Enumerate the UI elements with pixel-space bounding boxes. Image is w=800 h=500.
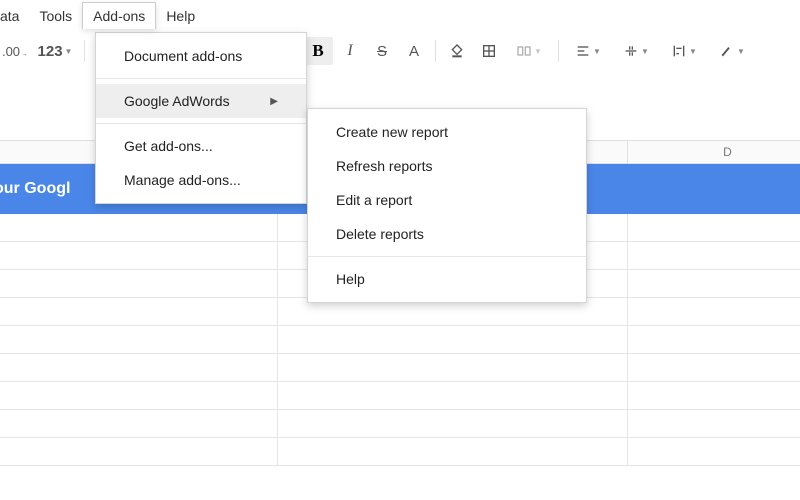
rotate-icon bbox=[719, 43, 735, 59]
addons-dropdown: Document add-ons Google AdWords ▶ Get ad… bbox=[95, 32, 307, 204]
strikethrough-icon: S bbox=[377, 43, 387, 60]
cell[interactable] bbox=[628, 214, 800, 241]
menu-separator bbox=[96, 123, 306, 124]
menu-item-label: Manage add-ons... bbox=[124, 172, 241, 188]
chevron-down-icon: ▼ bbox=[641, 47, 649, 56]
menu-item-label: Help bbox=[336, 271, 365, 287]
italic-button[interactable]: I bbox=[335, 37, 365, 65]
v-align-button[interactable]: ▼ bbox=[613, 37, 659, 65]
cell[interactable] bbox=[278, 438, 628, 465]
borders-button[interactable] bbox=[474, 37, 504, 65]
cell[interactable] bbox=[0, 242, 278, 269]
align-middle-icon bbox=[623, 43, 639, 59]
fill-color-button[interactable] bbox=[442, 37, 472, 65]
merge-cells-button[interactable]: ▼ bbox=[506, 37, 552, 65]
cell[interactable] bbox=[278, 382, 628, 409]
refresh-reports-item[interactable]: Refresh reports bbox=[308, 149, 586, 183]
format-more-button[interactable]: 123 ▼ bbox=[32, 37, 78, 65]
edit-report-item[interactable]: Edit a report bbox=[308, 183, 586, 217]
menu-item-label: Document add-ons bbox=[124, 48, 242, 64]
adwords-submenu: Create new report Refresh reports Edit a… bbox=[307, 108, 587, 303]
h-align-button[interactable]: ▼ bbox=[565, 37, 611, 65]
bold-button[interactable]: B bbox=[303, 37, 333, 65]
toolbar-separator bbox=[558, 40, 559, 62]
chevron-down-icon: → bbox=[21, 51, 28, 58]
toolbar-separator bbox=[84, 40, 85, 62]
manage-addons-item[interactable]: Manage add-ons... bbox=[96, 163, 306, 197]
get-addons-item[interactable]: Get add-ons... bbox=[96, 129, 306, 163]
menu-data[interactable]: ata bbox=[0, 3, 29, 29]
menubar: ata Tools Add-ons Help bbox=[0, 0, 800, 32]
text-color-icon: A bbox=[409, 43, 419, 60]
col-header-d[interactable]: D bbox=[628, 141, 800, 163]
cell[interactable] bbox=[278, 410, 628, 437]
table-row[interactable] bbox=[0, 326, 800, 354]
cell[interactable] bbox=[628, 438, 800, 465]
table-row[interactable] bbox=[0, 382, 800, 410]
chevron-down-icon: ▼ bbox=[534, 47, 542, 56]
cell[interactable] bbox=[628, 298, 800, 325]
cell[interactable] bbox=[0, 270, 278, 297]
cell[interactable] bbox=[628, 354, 800, 381]
google-adwords-item[interactable]: Google AdWords ▶ bbox=[96, 84, 306, 118]
menu-addons[interactable]: Add-ons bbox=[82, 2, 156, 29]
chevron-down-icon: ▼ bbox=[737, 47, 745, 56]
table-row[interactable] bbox=[0, 438, 800, 466]
cell[interactable] bbox=[628, 382, 800, 409]
cell[interactable] bbox=[628, 410, 800, 437]
cell[interactable] bbox=[628, 326, 800, 353]
menu-item-label: Edit a report bbox=[336, 192, 412, 208]
menu-item-label: Google AdWords bbox=[124, 93, 230, 109]
cell[interactable] bbox=[0, 214, 278, 241]
borders-icon bbox=[481, 43, 497, 59]
cell[interactable] bbox=[0, 354, 278, 381]
menu-separator bbox=[96, 78, 306, 79]
menu-item-label: Delete reports bbox=[336, 226, 424, 242]
menu-item-label: Get add-ons... bbox=[124, 138, 213, 154]
decrease-decimal-button[interactable]: .00 → bbox=[0, 37, 30, 65]
table-row[interactable] bbox=[0, 410, 800, 438]
cell[interactable] bbox=[0, 382, 278, 409]
cell[interactable] bbox=[0, 298, 278, 325]
format-label: 123 bbox=[38, 43, 63, 60]
menu-item-label: Create new report bbox=[336, 124, 448, 140]
toolbar-separator bbox=[435, 40, 436, 62]
strikethrough-button[interactable]: S bbox=[367, 37, 397, 65]
cell[interactable] bbox=[278, 354, 628, 381]
cell[interactable] bbox=[628, 270, 800, 297]
menu-tools[interactable]: Tools bbox=[29, 3, 82, 29]
merge-icon bbox=[516, 43, 532, 59]
cell[interactable] bbox=[0, 410, 278, 437]
create-report-item[interactable]: Create new report bbox=[308, 115, 586, 149]
italic-icon: I bbox=[347, 42, 352, 60]
adwords-help-item[interactable]: Help bbox=[308, 262, 586, 296]
chevron-down-icon: ▼ bbox=[689, 47, 697, 56]
chevron-down-icon: ▼ bbox=[65, 47, 73, 56]
menu-item-label: Refresh reports bbox=[336, 158, 432, 174]
menu-separator bbox=[308, 256, 586, 257]
chevron-down-icon: ▼ bbox=[593, 47, 601, 56]
decimal-icon: .00 bbox=[2, 44, 20, 59]
text-wrap-button[interactable]: ▼ bbox=[661, 37, 707, 65]
cell[interactable] bbox=[0, 326, 278, 353]
header-cell-text: our Googl bbox=[0, 180, 70, 198]
menu-help[interactable]: Help bbox=[156, 3, 205, 29]
text-color-button[interactable]: A bbox=[399, 37, 429, 65]
wrap-icon bbox=[671, 43, 687, 59]
cell[interactable] bbox=[278, 326, 628, 353]
table-row[interactable] bbox=[0, 354, 800, 382]
cell[interactable] bbox=[628, 242, 800, 269]
align-left-icon bbox=[575, 43, 591, 59]
delete-reports-item[interactable]: Delete reports bbox=[308, 217, 586, 251]
submenu-arrow-icon: ▶ bbox=[270, 96, 278, 107]
bold-icon: B bbox=[312, 41, 323, 61]
fill-icon bbox=[449, 43, 465, 59]
cell[interactable] bbox=[0, 438, 278, 465]
document-addons-item[interactable]: Document add-ons bbox=[96, 39, 306, 73]
text-rotate-button[interactable]: ▼ bbox=[709, 37, 755, 65]
